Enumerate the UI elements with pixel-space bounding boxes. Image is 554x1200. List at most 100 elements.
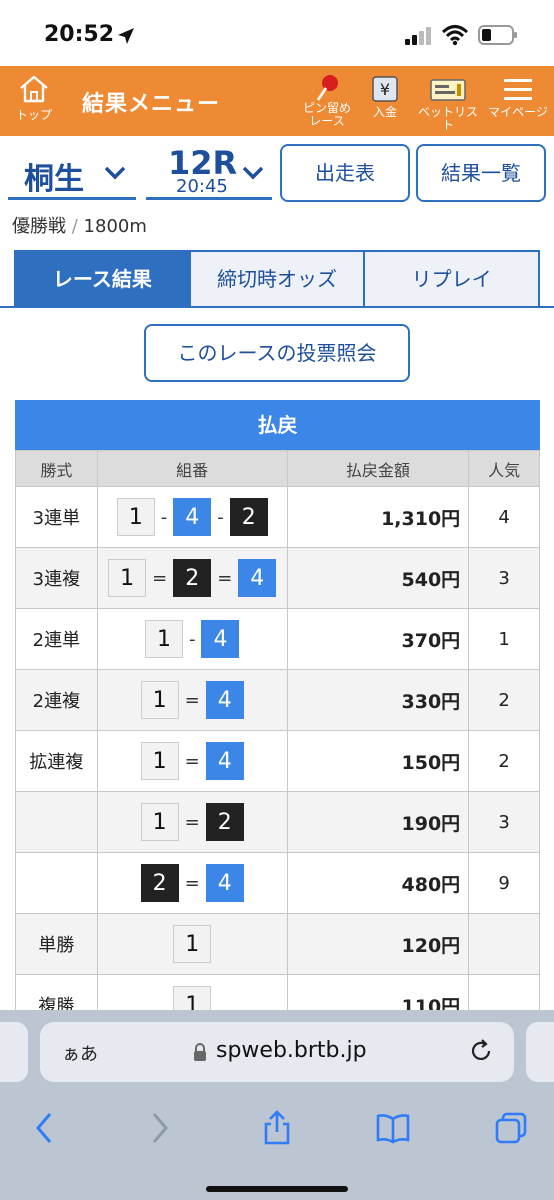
location-arrow-icon bbox=[118, 28, 134, 44]
boat-number-badge: 4 bbox=[173, 498, 212, 536]
bet-type-cell bbox=[15, 791, 98, 853]
browser-toolbar: ぁあ spweb.brtb.jp bbox=[0, 1010, 554, 1200]
next-tab-card[interactable] bbox=[526, 1022, 554, 1082]
combination: 1 = 4 bbox=[140, 681, 244, 719]
race-info: 優勝戦 / 1800m bbox=[12, 212, 147, 238]
combination: 1 = 2 bbox=[140, 803, 244, 841]
combination: 1 bbox=[173, 925, 212, 963]
popularity-cell bbox=[468, 913, 540, 975]
bet-type-cell bbox=[15, 852, 98, 914]
tabs-divider bbox=[0, 306, 554, 308]
combination-cell: 1-4-2 bbox=[96, 486, 288, 548]
payout-row: 3連単 1-4-2 1,310円 4 bbox=[15, 486, 540, 548]
tab-race-result[interactable]: レース結果 bbox=[16, 252, 191, 306]
combination-separator: = bbox=[184, 811, 200, 833]
combination-separator: = bbox=[184, 872, 200, 894]
race-dropdown[interactable]: 12R 20:45 bbox=[146, 144, 272, 200]
boat-number-badge: 4 bbox=[201, 620, 240, 658]
venue-dropdown[interactable]: 桐生 bbox=[8, 144, 136, 200]
combination-cell: 1 bbox=[96, 913, 288, 975]
home-indicator bbox=[206, 1186, 348, 1192]
deposit-label: 入金 bbox=[372, 105, 397, 119]
venue-name: 桐生 bbox=[24, 162, 84, 197]
page-settings-button[interactable]: ぁあ bbox=[62, 1040, 98, 1066]
cellular-signal-icon bbox=[405, 27, 431, 45]
combination-cell: 1 = 4 bbox=[96, 669, 288, 731]
hamburger-menu-icon bbox=[504, 79, 532, 100]
home-icon bbox=[20, 75, 48, 103]
race-time: 20:45 bbox=[176, 176, 228, 197]
col-combination: 組番 bbox=[96, 450, 288, 487]
payout-row: 単勝 1 120円 bbox=[15, 913, 540, 975]
combination-separator: - bbox=[217, 506, 224, 528]
combination-separator: = bbox=[217, 567, 233, 589]
col-payout-amount: 払戻金額 bbox=[286, 450, 470, 487]
payout-amount-cell: 190円 bbox=[286, 791, 470, 853]
bet-type-cell: 2連単 bbox=[15, 608, 98, 670]
lock-icon bbox=[194, 1043, 206, 1061]
home-button[interactable]: トップ bbox=[10, 74, 58, 123]
status-time: 20:52 bbox=[44, 22, 115, 47]
payout-amount-cell: 480円 bbox=[286, 852, 470, 914]
combination: 1-4 bbox=[144, 620, 240, 658]
col-bet-type: 勝式 bbox=[15, 450, 98, 487]
previous-tab-card[interactable] bbox=[0, 1022, 28, 1082]
payout-header-row: 勝式 組番 払戻金額 人気 bbox=[15, 450, 540, 487]
share-icon[interactable] bbox=[260, 1110, 294, 1146]
combination: 1 = 4 bbox=[140, 742, 244, 780]
tab-replay[interactable]: リプレイ bbox=[365, 252, 539, 306]
page-title: 結果メニュー bbox=[82, 92, 221, 117]
bet-list-button[interactable]: ベットリスト bbox=[414, 74, 482, 132]
yen-terminal-icon: ¥ bbox=[372, 76, 398, 102]
vote-inquiry-button[interactable]: このレースの投票照会 bbox=[144, 324, 410, 382]
combination-cell: 1 = 4 bbox=[96, 730, 288, 792]
payout-row: 2連複 1 = 4 330円 2 bbox=[15, 669, 540, 731]
pin-label-line2: レース bbox=[309, 114, 345, 128]
boat-number-badge: 1 bbox=[108, 559, 147, 597]
popularity-cell: 2 bbox=[468, 730, 540, 792]
combination: 1-4-2 bbox=[116, 498, 268, 536]
combination-separator: = bbox=[184, 750, 200, 772]
payout-amount-cell: 150円 bbox=[286, 730, 470, 792]
entries-button[interactable]: 出走表 bbox=[280, 144, 410, 202]
popularity-cell: 1 bbox=[468, 608, 540, 670]
wifi-icon bbox=[442, 25, 468, 46]
bet-type-cell: 2連複 bbox=[15, 669, 98, 731]
popularity-cell: 4 bbox=[468, 486, 540, 548]
boat-number-badge: 1 bbox=[140, 681, 179, 719]
payout-row: 3連複 1 = 2 = 4 540円 3 bbox=[15, 547, 540, 609]
pushpin-icon bbox=[316, 75, 338, 101]
svg-text:¥: ¥ bbox=[380, 80, 390, 99]
boat-number-badge: 4 bbox=[205, 742, 244, 780]
tabs-icon[interactable] bbox=[494, 1110, 528, 1146]
bookmarks-icon[interactable] bbox=[376, 1110, 410, 1146]
payout-row: 2連単 1-4 370円 1 bbox=[15, 608, 540, 670]
bet-type-cell: 3連複 bbox=[15, 547, 98, 609]
race-grade: 優勝戦 bbox=[12, 216, 66, 237]
boat-number-badge: 1 bbox=[140, 803, 179, 841]
home-label: トップ bbox=[15, 108, 52, 122]
deposit-button[interactable]: ¥ 入金 bbox=[364, 74, 406, 119]
bet-type-cell: 拡連複 bbox=[15, 730, 98, 792]
selector-row: 桐生 12R 20:45 出走表 結果一覧 bbox=[0, 136, 554, 206]
combination-cell: 2 = 4 bbox=[96, 852, 288, 914]
payout-row: 2 = 4 480円 9 bbox=[15, 852, 540, 914]
status-bar: 20:52 bbox=[0, 0, 554, 66]
pin-race-button[interactable]: ピン留め レース bbox=[296, 74, 358, 128]
boat-number-badge: 4 bbox=[205, 681, 244, 719]
address-bar[interactable]: ぁあ spweb.brtb.jp bbox=[40, 1022, 514, 1082]
back-arrow-icon[interactable] bbox=[28, 1110, 62, 1146]
mypage-button[interactable]: マイページ bbox=[486, 74, 550, 119]
boat-number-badge: 1 bbox=[144, 620, 183, 658]
payout-table: 勝式 組番 払戻金額 人気 3連単 1-4-2 1,310円 4 3連複 1 = 2 = 4 540… bbox=[15, 450, 540, 1036]
forward-arrow-icon[interactable] bbox=[142, 1110, 176, 1146]
results-list-button[interactable]: 結果一覧 bbox=[416, 144, 546, 202]
reload-icon[interactable] bbox=[468, 1038, 494, 1064]
mypage-label: マイページ bbox=[488, 105, 548, 119]
boat-number-badge: 2 bbox=[205, 803, 244, 841]
tab-closing-odds[interactable]: 締切時オッズ bbox=[190, 252, 366, 306]
boat-number-badge: 4 bbox=[205, 864, 244, 902]
payout-row: 拡連複 1 = 4 150円 2 bbox=[15, 730, 540, 792]
race-info-separator: / bbox=[71, 216, 78, 237]
payout-title: 払戻 bbox=[15, 400, 540, 450]
